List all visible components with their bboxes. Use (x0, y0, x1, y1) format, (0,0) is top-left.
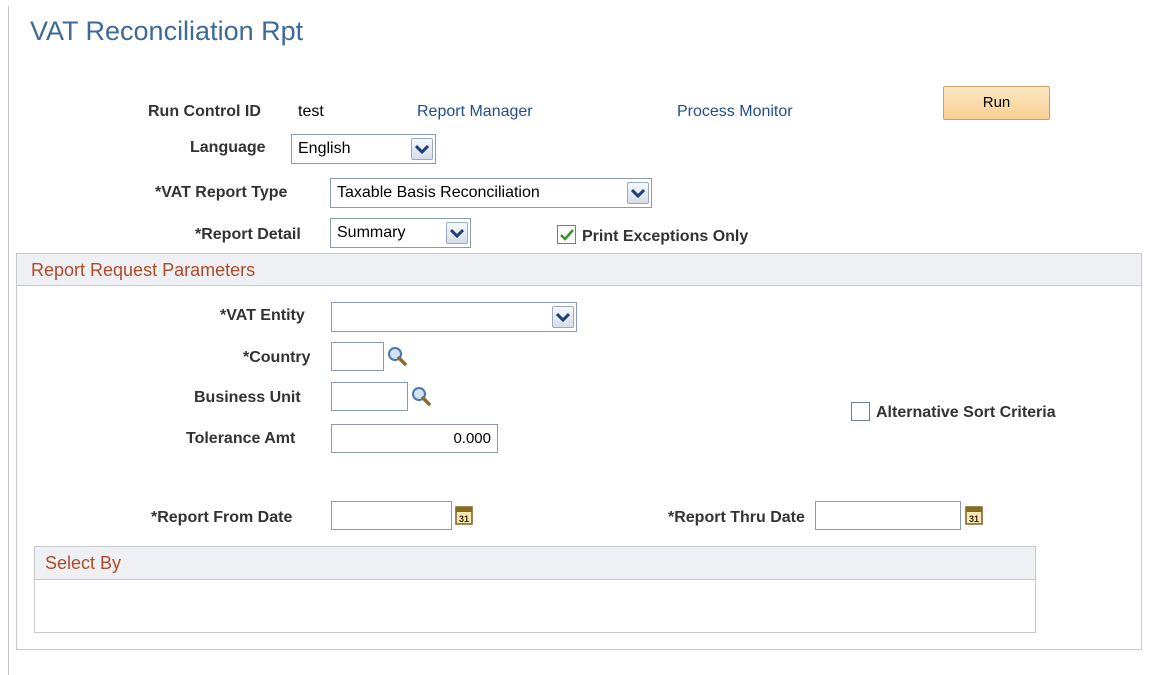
vat-entity-label: *VAT Entity (220, 307, 305, 324)
report-thru-date-input[interactable] (815, 501, 961, 530)
select-by-title: Select By (35, 547, 1035, 580)
report-request-parameters-title: Report Request Parameters (17, 254, 1141, 286)
svg-text:31: 31 (459, 514, 469, 524)
select-by-section: Select By (34, 546, 1036, 633)
report-from-date-label: *Report From Date (151, 509, 293, 526)
chevron-down-icon[interactable] (552, 306, 574, 328)
run-button[interactable]: Run (943, 86, 1050, 120)
print-exceptions-label: Print Exceptions Only (582, 228, 749, 245)
left-border (8, 6, 9, 675)
magnifier-icon[interactable] (386, 345, 408, 367)
run-control-id-label: Run Control ID (148, 103, 261, 120)
business-unit-label: Business Unit (194, 389, 301, 406)
report-thru-date-label: *Report Thru Date (668, 509, 805, 526)
business-unit-input[interactable] (331, 382, 408, 411)
run-control-id-value: test (298, 103, 324, 120)
vat-entity-select[interactable] (331, 302, 577, 332)
vat-report-type-selected: Taxable Basis Reconciliation (337, 184, 540, 201)
tolerance-amt-input[interactable]: 0.000 (331, 424, 498, 453)
checkmark-icon (560, 229, 574, 241)
print-exceptions-checkbox[interactable] (557, 225, 576, 244)
language-label: Language (190, 139, 266, 156)
report-manager-link[interactable]: Report Manager (417, 103, 533, 121)
country-input[interactable] (331, 342, 384, 371)
chevron-down-icon[interactable] (627, 182, 649, 204)
vat-report-type-select[interactable]: Taxable Basis Reconciliation (330, 178, 652, 208)
magnifier-icon[interactable] (410, 385, 432, 407)
process-monitor-link[interactable]: Process Monitor (677, 103, 793, 121)
svg-text:31: 31 (969, 514, 979, 524)
alternative-sort-checkbox[interactable] (851, 402, 870, 421)
report-detail-selected: Summary (337, 224, 406, 241)
tolerance-amt-label: Tolerance Amt (186, 430, 296, 447)
country-label: *Country (243, 349, 311, 366)
calendar-icon[interactable]: 31 (454, 504, 476, 526)
report-from-date-input[interactable] (331, 501, 452, 530)
chevron-down-icon[interactable] (446, 222, 468, 244)
report-detail-select[interactable]: Summary (330, 218, 471, 248)
chevron-down-icon[interactable] (411, 138, 433, 160)
vat-report-type-label: *VAT Report Type (155, 184, 288, 201)
language-selected: English (298, 140, 351, 157)
report-detail-label: *Report Detail (195, 226, 301, 243)
calendar-icon[interactable]: 31 (964, 504, 986, 526)
page-title: VAT Reconciliation Rpt (30, 16, 304, 46)
alternative-sort-label: Alternative Sort Criteria (876, 404, 1056, 421)
language-select[interactable]: English (291, 134, 436, 164)
